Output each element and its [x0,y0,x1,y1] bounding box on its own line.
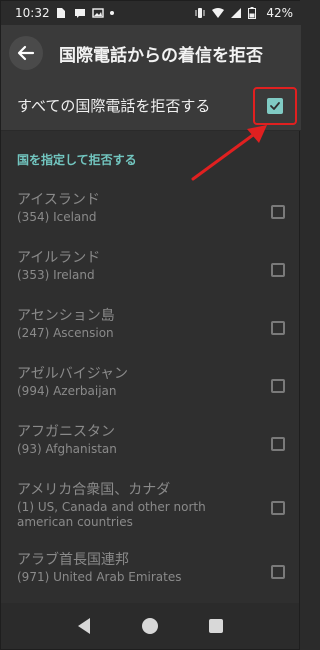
country-item-uae[interactable]: アラブ首長国連邦 (971) United Arab Emirates [1,543,301,601]
status-bar-right: 42% [194,6,293,20]
signal-icon [230,7,242,19]
phone-screen: 10:32 42% 国際電話からの着信を拒否 すべての国際電話を拒否する 国を指… [0,0,301,650]
reject-all-row[interactable]: すべての国際電話を拒否する [1,81,301,131]
country-checkbox[interactable] [271,437,285,451]
image-icon [91,7,104,19]
country-checkbox[interactable] [271,205,285,219]
circle-home-icon [142,618,158,634]
country-code: (93) Afghanistan [17,442,117,456]
country-name: アラブ首長国連邦 [17,552,129,568]
status-time: 10:32 [15,6,50,20]
nav-recents-button[interactable] [204,614,228,638]
triangle-back-icon [78,618,90,634]
status-bar: 10:32 42% [1,1,301,25]
wifi-icon [212,7,225,19]
country-name: アゼルバイジャン [17,366,129,382]
country-checkbox[interactable] [271,263,285,277]
sim-icon [56,7,68,19]
country-item-azerbaijan[interactable]: アゼルバイジャン (994) Azerbaijan [1,357,301,415]
navigation-bar [1,603,299,649]
country-name: アイスランド [17,192,100,208]
country-checkbox[interactable] [271,565,285,579]
message-icon [74,7,86,19]
vibrate-icon [194,7,206,19]
country-item-ireland[interactable]: アイルランド (353) Ireland [1,241,301,299]
nav-home-button[interactable] [138,614,162,638]
section-header: 国を指定して拒否する [17,153,137,167]
square-recents-icon [209,619,223,633]
app-bar: 国際電話からの着信を拒否 [1,25,301,81]
check-icon [270,102,280,110]
country-code: (1) US, Canada and other north american … [17,500,206,529]
battery-icon [248,7,260,19]
country-item-afghanistan[interactable]: アフガニスタン (93) Afghanistan [1,415,301,473]
country-name: アセンション島 [17,308,115,324]
country-list: アイスランド (354) Iceland アイルランド (353) Irelan… [1,183,301,601]
country-code: (971) United Arab Emirates [17,570,182,584]
back-button[interactable] [9,36,43,70]
country-checkbox[interactable] [271,501,285,515]
country-item-ascension[interactable]: アセンション島 (247) Ascension [1,299,301,357]
country-item-us-canada[interactable]: アメリカ合衆国、カナダ (1) US, Canada and other nor… [1,473,301,543]
battery-percent: 42% [266,6,293,20]
country-code: (353) Ireland [17,268,95,282]
annotation-highlight-box [253,87,297,125]
country-code: (247) Ascension [17,326,114,340]
country-name: アフガニスタン [17,424,115,440]
country-checkbox[interactable] [271,321,285,335]
country-item-iceland[interactable]: アイスランド (354) Iceland [1,183,301,241]
nav-back-button[interactable] [72,614,96,638]
country-name: アメリカ合衆国、カナダ [17,482,171,498]
page-title: 国際電話からの着信を拒否 [59,45,263,66]
country-code: (994) Azerbaijan [17,384,117,398]
arrow-left-icon [17,45,35,61]
reject-all-checkbox[interactable] [267,98,283,114]
status-bar-left: 10:32 [15,6,114,20]
country-code: (354) Iceland [17,210,97,224]
country-name: アイルランド [17,250,101,266]
dot-icon [109,11,114,15]
country-checkbox[interactable] [271,379,285,393]
